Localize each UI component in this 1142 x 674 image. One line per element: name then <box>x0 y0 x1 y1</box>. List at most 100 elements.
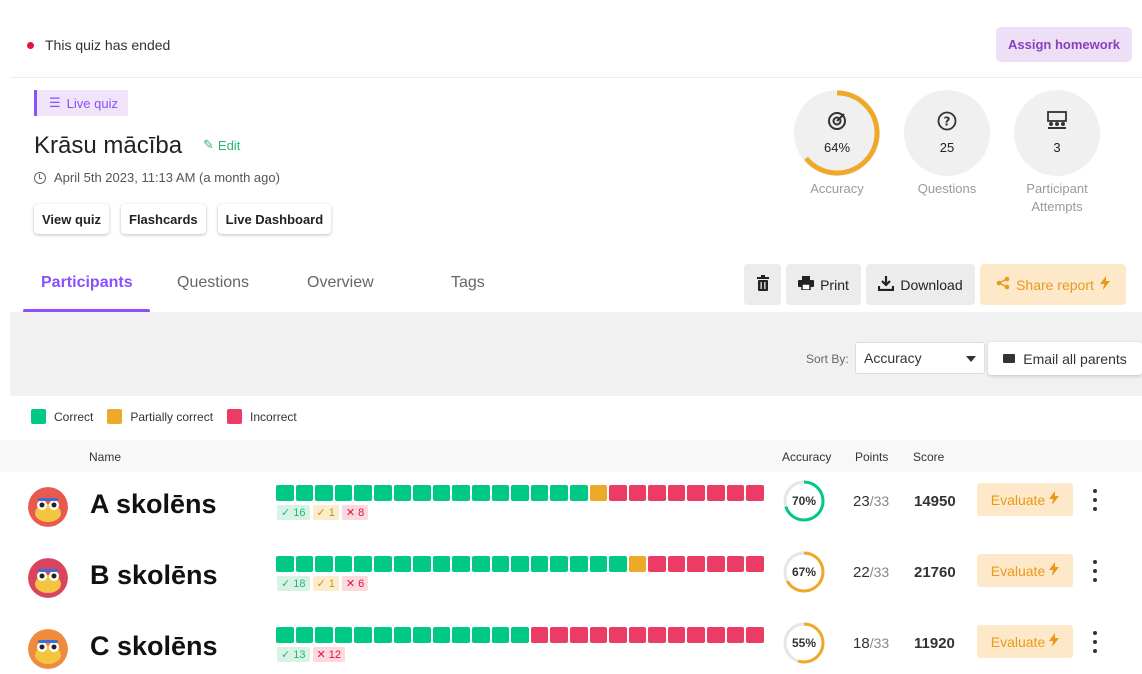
tab-tags[interactable]: Tags <box>451 274 485 292</box>
answer-segment <box>315 556 333 572</box>
print-button[interactable]: Print <box>786 264 861 305</box>
incorrect-count: ✕ 8 <box>341 505 369 520</box>
participant-points: 18/33 <box>853 635 889 652</box>
participant-row[interactable]: A skolēns ✓ 16 ✓ 1 ✕ 8 70% 23/33 14950 E… <box>0 477 1142 537</box>
answer-segment <box>726 627 745 643</box>
download-icon <box>878 275 895 294</box>
question-icon: ? <box>937 111 957 136</box>
answer-segment <box>276 627 294 643</box>
answer-segment <box>707 485 725 501</box>
edit-label: Edit <box>217 137 241 153</box>
participant-points: 22/33 <box>853 564 889 581</box>
participant-name[interactable]: A skolēns <box>90 489 217 520</box>
classroom-icon <box>1046 111 1068 136</box>
participant-score: 21760 <box>914 564 956 581</box>
answer-segment <box>628 485 647 501</box>
evaluate-label: Evaluate <box>990 633 1046 650</box>
answer-segment <box>373 627 392 643</box>
more-options-icon[interactable] <box>1090 631 1100 653</box>
answer-segment <box>667 485 686 501</box>
accuracy-stat: 64% Accuracy <box>792 90 882 198</box>
tab-questions[interactable]: Questions <box>177 274 249 292</box>
share-report-button[interactable]: Share report <box>980 264 1126 305</box>
answer-segment <box>373 485 392 501</box>
sort-toolbar: Sort By: Accuracy Email all parents <box>10 312 1142 396</box>
participant-row[interactable]: C skolēns ✓ 13 ✕ 12 55% 18/33 11920 Eval… <box>0 619 1142 674</box>
tab-participants[interactable]: Participants <box>41 274 133 292</box>
sort-by-label: Sort By: <box>806 352 849 366</box>
avatar <box>28 487 68 527</box>
flashcards-button[interactable]: Flashcards <box>121 204 206 234</box>
incorrect-count: ✕ 6 <box>341 576 369 591</box>
download-button[interactable]: Download <box>866 264 975 305</box>
incorrect-count: ✕ 12 <box>312 647 346 662</box>
evaluate-button[interactable]: Evaluate <box>977 554 1073 587</box>
quiz-title: Krāsu mācība <box>34 132 183 159</box>
avatar <box>28 558 68 598</box>
legend-correct: Correct <box>31 409 93 424</box>
attempts-stat-label: Participant Attempts <box>1012 180 1102 216</box>
answer-segment <box>315 485 333 501</box>
legend-incorrect-label: Incorrect <box>250 409 297 424</box>
questions-stat-label: Questions <box>917 181 977 196</box>
answer-legend: Correct Partially correct Incorrect <box>31 409 303 424</box>
trash-icon <box>756 275 770 294</box>
live-dashboard-button[interactable]: Live Dashboard <box>217 204 332 234</box>
bolt-icon <box>1049 491 1060 508</box>
assign-homework-button[interactable]: Assign homework <box>996 27 1132 62</box>
chevron-down-icon <box>966 356 976 362</box>
sort-by-select[interactable]: Accuracy <box>855 342 985 374</box>
live-quiz-badge: ☰ Live quiz <box>34 90 128 116</box>
name-column-header: Name <box>89 450 122 464</box>
share-icon <box>996 276 1010 293</box>
legend-incorrect: Incorrect <box>227 409 297 424</box>
correct-count: ✓ 16 <box>277 505 310 520</box>
answer-segment <box>648 556 666 572</box>
points-total: /33 <box>869 635 890 651</box>
quiz-action-buttons: View quiz Flashcards Live Dashboard <box>34 204 332 234</box>
bolt-icon <box>1049 633 1060 650</box>
bolt-icon <box>1099 276 1110 293</box>
participant-accuracy: 55% <box>791 636 817 650</box>
answer-segment <box>687 485 706 501</box>
answer-segment <box>432 627 451 643</box>
points-column-header[interactable]: Points <box>855 450 888 464</box>
answer-segment <box>648 627 666 643</box>
score-column-header[interactable]: Score <box>913 450 944 464</box>
answer-segment <box>609 485 627 501</box>
attempts-stat-circle: 3 <box>1014 90 1100 176</box>
edit-icon: ✎ <box>203 137 214 152</box>
answer-segment <box>276 485 294 501</box>
evaluate-button[interactable]: Evaluate <box>977 483 1073 516</box>
answer-segment <box>569 556 588 572</box>
answer-segment <box>276 556 294 572</box>
incorrect-swatch <box>227 409 243 424</box>
evaluate-label: Evaluate <box>990 562 1046 579</box>
participant-name[interactable]: B skolēns <box>90 560 218 591</box>
svg-text:?: ? <box>944 115 951 129</box>
answer-segment <box>530 556 549 572</box>
more-options-icon[interactable] <box>1090 489 1100 511</box>
points-total: /33 <box>869 564 890 580</box>
attempts-stat-value: 3 <box>1053 140 1061 155</box>
participant-points: 23/33 <box>853 493 889 510</box>
answer-segment <box>393 485 412 501</box>
participant-row[interactable]: B skolēns ✓ 18 ✓ 1 ✕ 6 67% 22/33 21760 E… <box>0 548 1142 608</box>
participant-name[interactable]: C skolēns <box>90 631 218 662</box>
view-quiz-button[interactable]: View quiz <box>34 204 109 234</box>
sort-by-value: Accuracy <box>864 350 922 366</box>
tab-overview[interactable]: Overview <box>307 274 374 292</box>
status-dot-icon <box>27 42 34 49</box>
correct-swatch <box>31 409 46 424</box>
accuracy-column-header[interactable]: Accuracy <box>782 450 831 464</box>
email-all-parents-button[interactable]: Email all parents <box>988 342 1142 375</box>
answer-counts: ✓ 13 ✕ 12 <box>277 647 346 662</box>
evaluate-button[interactable]: Evaluate <box>977 625 1073 658</box>
more-options-icon[interactable] <box>1090 560 1100 582</box>
edit-link[interactable]: ✎ Edit <box>203 137 240 153</box>
delete-button[interactable] <box>744 264 781 305</box>
mail-icon <box>1003 354 1016 363</box>
answer-segment <box>315 627 333 643</box>
answer-segment <box>413 556 431 572</box>
quiz-status-text: This quiz has ended <box>45 37 171 53</box>
